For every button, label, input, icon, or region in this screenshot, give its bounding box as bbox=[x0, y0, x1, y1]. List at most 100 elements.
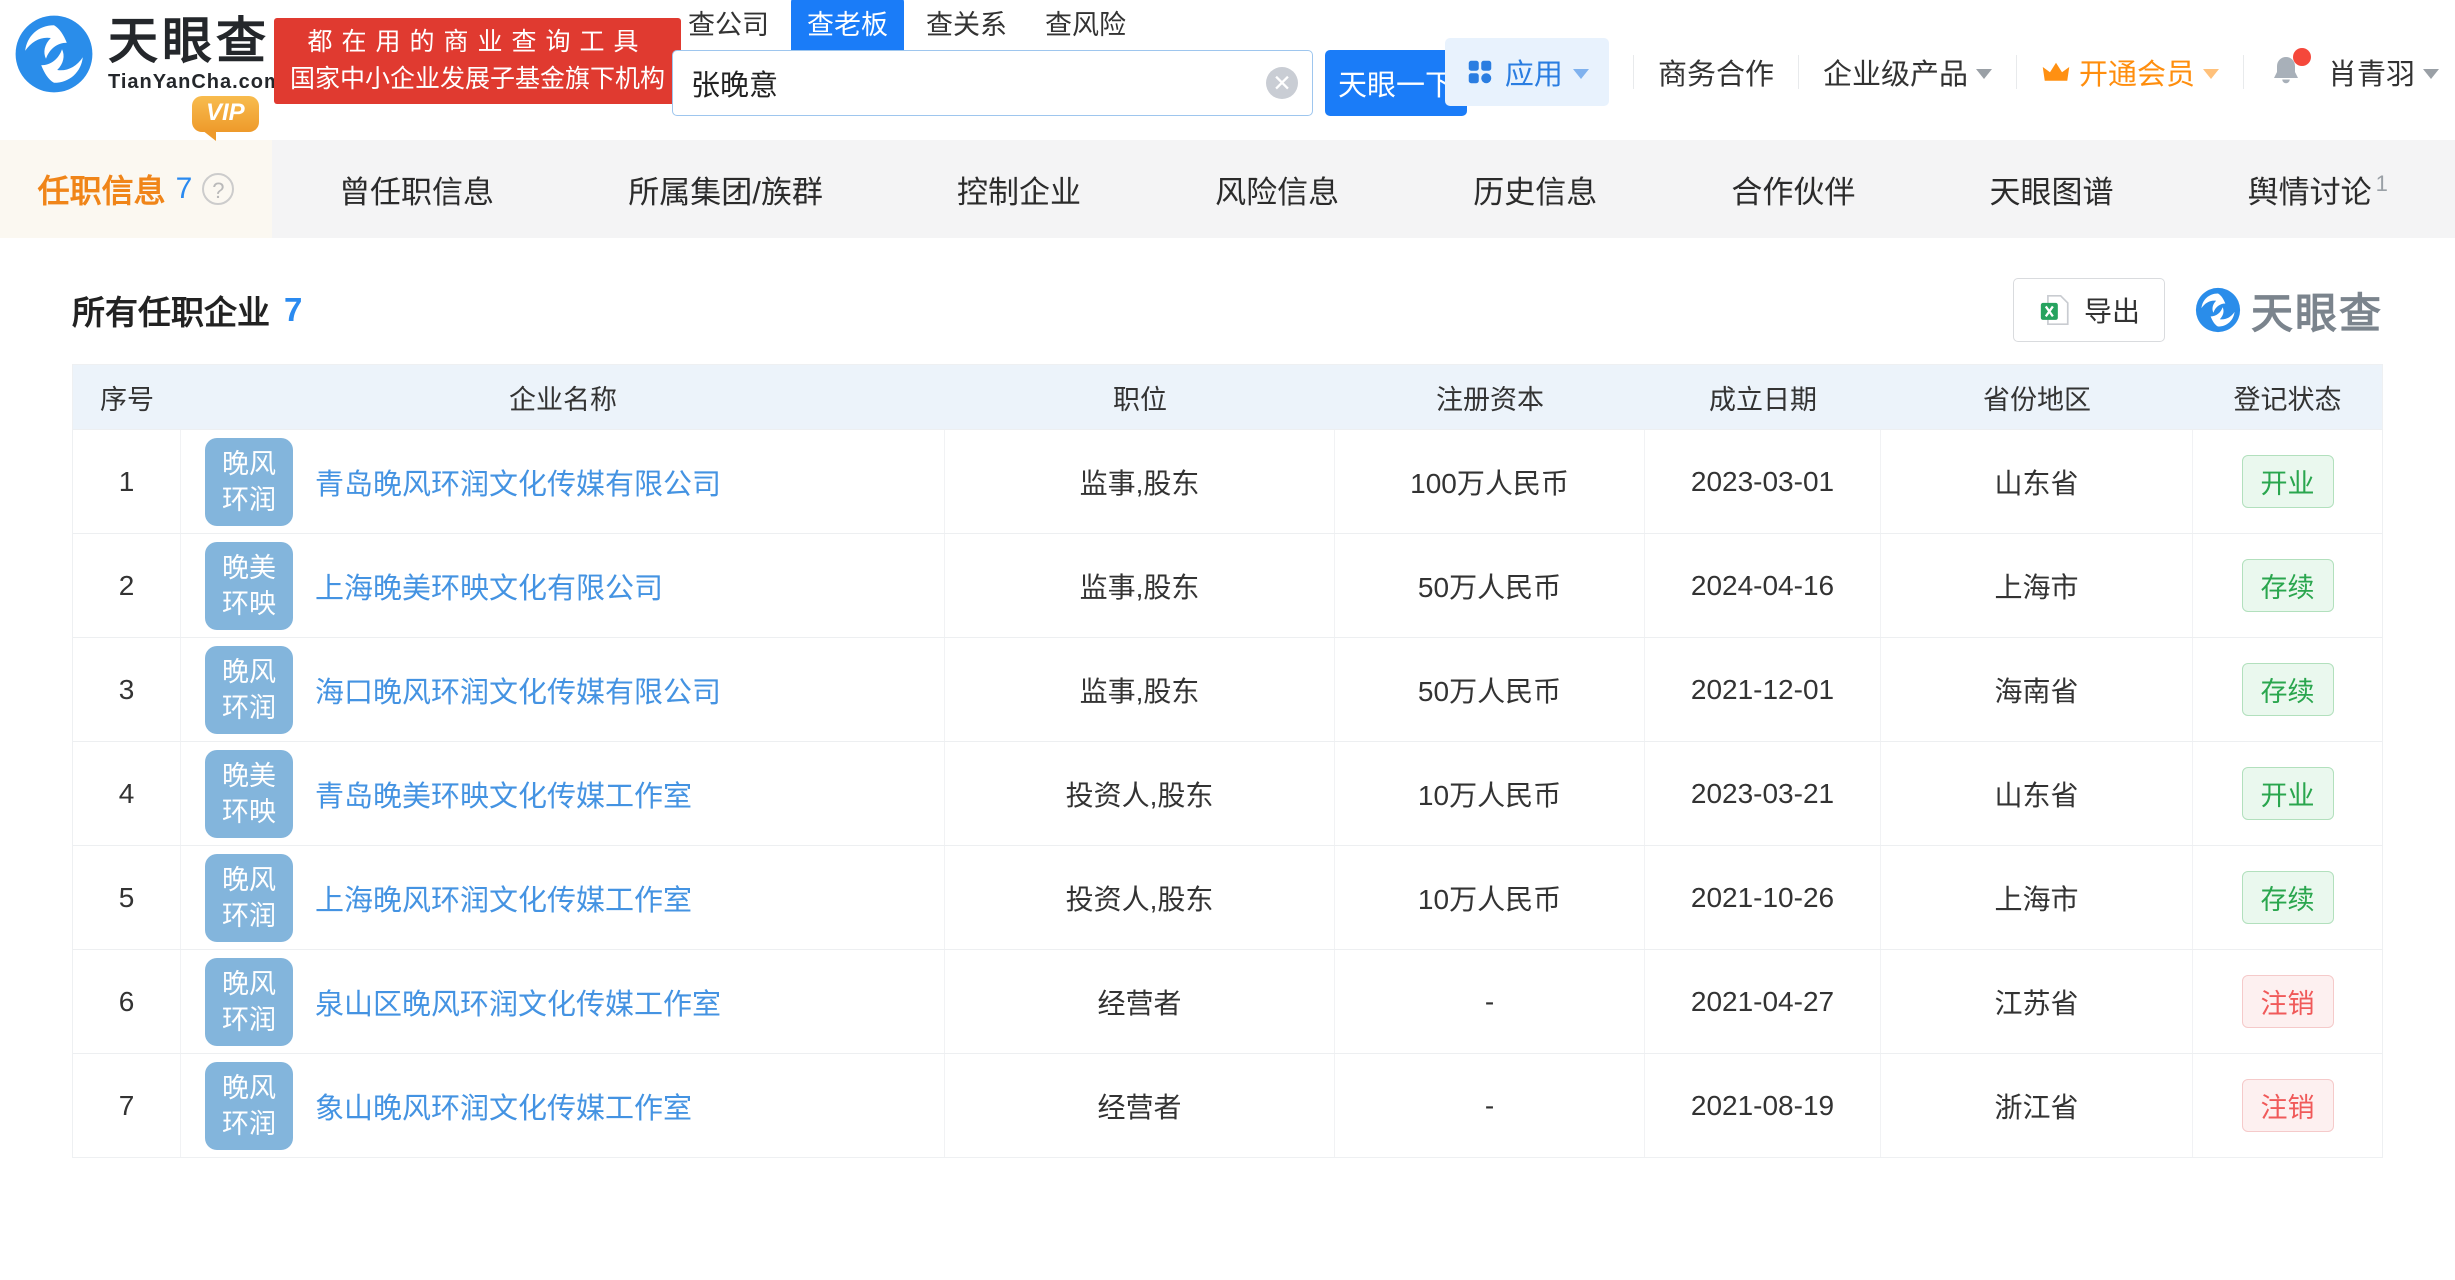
table-row: 1 晚风 环润 青岛晚风环润文化传媒有限公司 监事,股东 100万人民币 2023… bbox=[73, 429, 2382, 533]
date-cell: 2023-03-21 bbox=[1645, 742, 1881, 845]
company-cell: 晚美 环映 上海晚美环映文化有限公司 bbox=[181, 534, 945, 637]
company-link[interactable]: 青岛晚风环润文化传媒有限公司 bbox=[315, 461, 721, 503]
apps-menu[interactable]: 应用 bbox=[1444, 38, 1609, 106]
position-cell: 投资人,股东 bbox=[945, 742, 1335, 845]
user-menu[interactable]: 肖青羽 bbox=[2328, 51, 2439, 93]
company-cell: 晚风 环润 上海晚风环润文化传媒工作室 bbox=[181, 846, 945, 949]
date-cell: 2024-04-16 bbox=[1645, 534, 1881, 637]
promo-line1: 都在用的商业查询工具 bbox=[307, 28, 648, 56]
user-name: 肖青羽 bbox=[2327, 59, 2415, 91]
date-cell: 2021-12-01 bbox=[1645, 638, 1881, 741]
nav-open-membership[interactable]: 开通会员 bbox=[2041, 51, 2219, 93]
clear-icon[interactable]: ✕ bbox=[1266, 67, 1298, 99]
company-link[interactable]: 象山晚风环润文化传媒工作室 bbox=[315, 1085, 692, 1127]
row-no: 1 bbox=[73, 430, 181, 533]
logo-subtitle: TianYanCha.com bbox=[108, 70, 283, 93]
logo-title: 天眼查 bbox=[108, 12, 270, 69]
date-cell: 2023-03-01 bbox=[1645, 430, 1881, 533]
tab-count: 7 bbox=[175, 172, 193, 205]
company-logo[interactable]: 晚风 环润 bbox=[205, 853, 293, 942]
company-link[interactable]: 上海晚风环润文化传媒工作室 bbox=[315, 877, 692, 919]
position-cell: 经营者 bbox=[945, 950, 1335, 1053]
tab-graph[interactable]: 天眼图谱 bbox=[1990, 167, 2114, 212]
col-status: 登记状态 bbox=[2233, 384, 2342, 415]
company-link[interactable]: 海口晚风环润文化传媒有限公司 bbox=[315, 669, 721, 711]
tab-label: 任职信息 bbox=[37, 173, 166, 209]
page-tab-bar: VIP 任职信息 7 ? 曾任职信息 所属集团/族群 控制企业 风险信息 历史信… bbox=[0, 96, 2455, 238]
status-badge: 开业 bbox=[2241, 767, 2334, 820]
tab-sup-count: 1 bbox=[2375, 171, 2388, 197]
position-cell: 投资人,股东 bbox=[945, 846, 1335, 949]
logo-line1: 晚风 bbox=[222, 864, 276, 895]
watermark-text: 天眼查 bbox=[2250, 289, 2383, 337]
crown-icon bbox=[2042, 62, 2070, 81]
date-cell: 2021-10-26 bbox=[1645, 846, 1881, 949]
province-cell: 山东省 bbox=[1881, 742, 2193, 845]
tab-former-positions[interactable]: 曾任职信息 bbox=[339, 167, 494, 212]
status-cell: 存续 bbox=[2193, 846, 2382, 949]
row-no: 6 bbox=[73, 950, 181, 1053]
company-logo[interactable]: 晚风 环润 bbox=[205, 957, 293, 1046]
notifications-button[interactable] bbox=[2268, 48, 2311, 90]
chevron-down-icon bbox=[2423, 69, 2439, 79]
company-logo[interactable]: 晚美 环映 bbox=[205, 541, 293, 630]
main-content: 所有任职企业 7 导出 天眼查 序号 企业名称 职位 注册资本 成立日期 省份地… bbox=[0, 238, 2455, 1280]
company-logo[interactable]: 晚美 环映 bbox=[205, 749, 293, 838]
search-input[interactable] bbox=[673, 51, 1312, 115]
nav-business-cooperation[interactable]: 商务合作 bbox=[1658, 51, 1774, 93]
promo-line2: 国家中小企业发展子基金旗下机构 bbox=[290, 65, 666, 93]
capital-cell: - bbox=[1335, 1054, 1645, 1157]
position-cell: 经营者 bbox=[945, 1054, 1335, 1157]
col-founded: 成立日期 bbox=[1709, 384, 1817, 415]
nav-enterprise-products[interactable]: 企业级产品 bbox=[1823, 51, 1992, 93]
status-badge: 存续 bbox=[2241, 559, 2334, 612]
tab-controlled-companies[interactable]: 控制企业 bbox=[957, 167, 1081, 212]
capital-cell: 10万人民币 bbox=[1335, 846, 1645, 949]
capital-cell: 50万人民币 bbox=[1335, 534, 1645, 637]
logo-line2: 环润 bbox=[222, 1108, 276, 1139]
tab-current-positions[interactable]: VIP 任职信息 7 ? bbox=[0, 96, 272, 238]
page-tabs-rest: 曾任职信息 所属集团/族群 控制企业 风险信息 历史信息 合作伙伴 天眼图谱 舆… bbox=[272, 140, 2455, 238]
company-link[interactable]: 上海晚美环映文化有限公司 bbox=[315, 565, 663, 607]
tab-partners[interactable]: 合作伙伴 bbox=[1731, 167, 1855, 212]
company-link[interactable]: 泉山区晚风环润文化传媒工作室 bbox=[315, 981, 721, 1023]
section-header: 所有任职企业 7 导出 天眼查 bbox=[72, 278, 2383, 342]
tianyancha-watermark-icon bbox=[2195, 287, 2241, 333]
search-tab-boss[interactable]: 查老板 bbox=[791, 0, 904, 50]
table-row: 3 晚风 环润 海口晚风环润文化传媒有限公司 监事,股东 50万人民币 2021-… bbox=[73, 637, 2382, 741]
search-tab-risk[interactable]: 查风险 bbox=[1029, 0, 1142, 50]
tab-label: 舆情讨论 bbox=[2247, 174, 2372, 210]
tab-history-info[interactable]: 历史信息 bbox=[1473, 167, 1597, 212]
date-cell: 2021-08-19 bbox=[1645, 1054, 1881, 1157]
company-cell: 晚美 环映 青岛晚美环映文化传媒工作室 bbox=[181, 742, 945, 845]
company-logo[interactable]: 晚风 环润 bbox=[205, 1061, 293, 1150]
search-tab-relation[interactable]: 查关系 bbox=[910, 0, 1023, 50]
search-tab-company[interactable]: 查公司 bbox=[672, 0, 785, 50]
province-cell: 江苏省 bbox=[1881, 950, 2193, 1053]
tianyancha-logo[interactable]: 天眼查 TianYanCha.com bbox=[14, 14, 283, 94]
vip-badge: VIP bbox=[192, 96, 259, 141]
export-button[interactable]: 导出 bbox=[2012, 278, 2165, 342]
company-logo[interactable]: 晚风 环润 bbox=[205, 645, 293, 734]
logo-line2: 环润 bbox=[222, 1004, 276, 1035]
row-no: 3 bbox=[73, 638, 181, 741]
search-box: ✕ 天眼一下 bbox=[672, 50, 1467, 116]
tab-group-cluster[interactable]: 所属集团/族群 bbox=[628, 167, 823, 212]
logo-text: 天眼查 TianYanCha.com bbox=[108, 15, 283, 94]
section-count: 7 bbox=[284, 291, 303, 328]
company-logo[interactable]: 晚风 环润 bbox=[205, 437, 293, 526]
row-no: 2 bbox=[73, 534, 181, 637]
table-row: 4 晚美 环映 青岛晚美环映文化传媒工作室 投资人,股东 10万人民币 2023-… bbox=[73, 741, 2382, 845]
row-no: 5 bbox=[73, 846, 181, 949]
notification-dot bbox=[2292, 48, 2311, 66]
membership-label: 开通会员 bbox=[2078, 59, 2195, 91]
company-cell: 晚风 环润 青岛晚风环润文化传媒有限公司 bbox=[181, 430, 945, 533]
table-row: 6 晚风 环润 泉山区晚风环润文化传媒工作室 经营者 - 2021-04-27 江… bbox=[73, 949, 2382, 1053]
chevron-down-icon bbox=[1975, 69, 1992, 79]
tab-public-opinion[interactable]: 舆情讨论 1 bbox=[2248, 167, 2388, 212]
col-capital: 注册资本 bbox=[1436, 384, 1544, 415]
company-link[interactable]: 青岛晚美环映文化传媒工作室 bbox=[315, 773, 692, 815]
tab-risk-info[interactable]: 风险信息 bbox=[1215, 167, 1339, 212]
logo-line2: 环映 bbox=[222, 588, 276, 619]
help-icon[interactable]: ? bbox=[202, 173, 235, 205]
